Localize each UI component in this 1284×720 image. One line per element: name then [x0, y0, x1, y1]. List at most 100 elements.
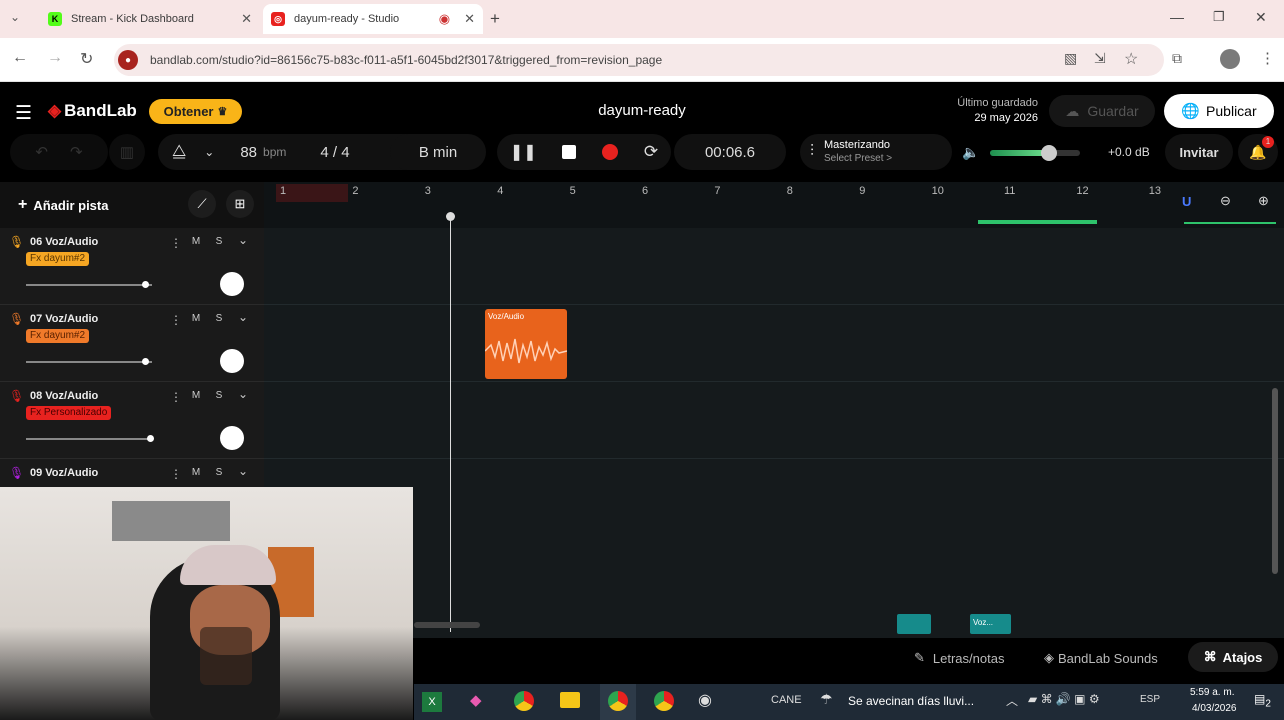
address-bar[interactable]: ● bandlab.com/studio?id=86156c75-b83c-f0… [114, 44, 1164, 76]
extensions-icon[interactable]: ⧉ [1172, 50, 1182, 67]
hamburger-menu-icon[interactable]: ☰ [15, 102, 32, 125]
magnet-snap-icon[interactable]: U [1182, 194, 1191, 209]
language-indicator[interactable]: ESP [1140, 694, 1160, 705]
playhead[interactable] [450, 214, 451, 632]
track-row[interactable]: 🎙 06 Voz/Audio Fx dayum#2 ⋮ M S ⌄ [0, 228, 264, 305]
pan-knob[interactable] [220, 426, 244, 450]
site-info-icon[interactable]: ● [118, 50, 138, 70]
media-icon[interactable]: ▧ [1064, 50, 1077, 67]
solo-button[interactable]: S [209, 313, 229, 327]
chrome-icon[interactable] [608, 691, 628, 711]
track-menu-icon[interactable]: ⋮ [170, 313, 182, 327]
tab-search-icon[interactable]: ⌄ [10, 10, 20, 24]
track-row[interactable]: 🎙 07 Voz/Audio Fx dayum#2 ⋮ M S ⌄ [0, 305, 264, 382]
keyboard-layout[interactable]: CANE [771, 694, 802, 706]
minimize-icon[interactable]: — [1170, 9, 1184, 25]
tray-chevron-icon[interactable]: ︿ [1006, 692, 1018, 709]
add-track-button[interactable]: + Añadir pista [8, 192, 128, 218]
volume-knob[interactable] [141, 281, 149, 288]
track-row[interactable]: 🎙 08 Voz/Audio Fx Personalizado ⋮ M S ⌄ [0, 382, 264, 459]
obtener-button[interactable]: Obtener ♛ [149, 99, 242, 124]
new-tab-icon[interactable]: + [490, 9, 500, 29]
master-volume-slider[interactable] [990, 145, 1080, 161]
bookmark-star-icon[interactable]: ☆ [1124, 49, 1138, 69]
piano-icon[interactable]: ▥ [109, 134, 145, 170]
project-title[interactable]: dayum-ready [560, 102, 724, 119]
track-volume-slider[interactable] [26, 435, 154, 442]
loop-icon[interactable]: ⟳ [644, 142, 658, 162]
bandlab-sounds-button[interactable]: ◈ BandLab Sounds [1044, 646, 1158, 670]
pan-knob[interactable] [220, 272, 244, 296]
chrome-icon[interactable] [654, 691, 674, 711]
chevron-down-icon[interactable]: ⌄ [238, 233, 248, 247]
audio-clip[interactable]: Voz/Audio [485, 309, 567, 379]
notifications-button[interactable]: 🔔 1 [1238, 134, 1278, 170]
solo-button[interactable]: S [209, 467, 229, 481]
excel-icon[interactable]: X [422, 692, 442, 712]
back-icon[interactable]: ← [12, 49, 28, 67]
weather-text[interactable]: Se avecinan días lluvi... [848, 694, 974, 708]
reload-icon[interactable]: ↻ [80, 49, 93, 69]
playhead-handle[interactable] [446, 212, 455, 221]
track-menu-icon[interactable]: ⋮ [170, 390, 182, 404]
clock-date[interactable]: 4/03/2026 [1192, 703, 1237, 714]
invite-button[interactable]: Invitar [1165, 134, 1233, 170]
mini-clip[interactable]: Voz... [970, 614, 1011, 634]
volume-knob[interactable] [1040, 145, 1057, 161]
volume-knob[interactable] [141, 358, 149, 365]
horizontal-scrollbar[interactable] [414, 622, 480, 628]
profile-avatar[interactable] [1220, 49, 1240, 69]
shortcuts-button[interactable]: ⌘ Atajos [1188, 642, 1278, 672]
time-signature[interactable]: 4 / 4 [320, 144, 349, 161]
pause-icon[interactable]: ❚❚ [510, 142, 537, 162]
mute-button[interactable]: M [186, 390, 206, 404]
redo-icon[interactable]: ↷ [70, 143, 83, 161]
menu-kebab-icon[interactable]: ⋮ [1260, 49, 1275, 67]
stop-icon[interactable] [562, 145, 577, 159]
file-explorer-icon[interactable] [560, 692, 580, 708]
close-icon[interactable]: ✕ [464, 11, 475, 27]
solo-button[interactable]: S [209, 390, 229, 404]
track-name[interactable]: 09 Voz/Audio [30, 467, 98, 479]
track-name[interactable]: 07 Voz/Audio [30, 313, 98, 325]
chevron-down-icon[interactable]: ⌄ [204, 145, 214, 159]
tray-icons[interactable]: ▰ ⌘ 🔊 ▣ ⚙ [1028, 692, 1100, 706]
publish-button[interactable]: 🌐 Publicar [1164, 94, 1274, 128]
lyrics-button[interactable]: ✎ Letras/notas [914, 646, 1004, 670]
track-fx-badge[interactable]: Fx dayum#2 [26, 252, 90, 266]
install-app-icon[interactable]: ⇲ [1094, 50, 1106, 67]
restore-icon[interactable]: ❐ [1213, 9, 1225, 25]
chevron-down-icon[interactable]: ⌄ [238, 310, 248, 324]
track-name[interactable]: 08 Voz/Audio [30, 390, 98, 402]
chrome-icon[interactable] [514, 691, 534, 711]
track-name[interactable]: 06 Voz/Audio [30, 236, 98, 248]
chevron-down-icon[interactable]: ⌄ [238, 464, 248, 478]
chevron-down-icon[interactable]: ⌄ [238, 387, 248, 401]
tab-bandlab-studio[interactable]: ◎ dayum-ready - Studio ◉ ✕ [263, 4, 483, 34]
metronome-icon[interactable]: ⧋ [172, 143, 186, 161]
zoom-in-icon[interactable]: ⊕ [1258, 193, 1269, 209]
mini-clip[interactable] [897, 614, 931, 634]
forward-icon[interactable]: → [47, 49, 63, 67]
track-volume-slider[interactable] [26, 281, 152, 288]
mute-button[interactable]: M [186, 313, 206, 327]
solo-button[interactable]: S [209, 236, 229, 250]
track-volume-slider[interactable] [26, 358, 152, 365]
track-fx-badge[interactable]: Fx Personalizado [26, 406, 112, 420]
save-button[interactable]: ☁ Guardar [1049, 95, 1155, 127]
notification-center-icon[interactable]: ▤2 [1254, 692, 1271, 709]
key-selector[interactable]: B min [390, 134, 486, 170]
bpm-value[interactable]: 88 [240, 144, 257, 161]
zoom-out-icon[interactable]: ⊖ [1220, 193, 1231, 209]
obs-icon[interactable]: ◉ [698, 690, 712, 710]
track-menu-icon[interactable]: ⋮ [170, 236, 182, 250]
automation-icon[interactable]: ⟋ [188, 190, 216, 218]
track-menu-icon[interactable]: ⋮ [170, 467, 182, 481]
loop-region[interactable] [276, 184, 348, 202]
mute-button[interactable]: M [186, 467, 206, 481]
track-fx-badge[interactable]: Fx dayum#2 [26, 329, 90, 343]
mastering-button[interactable]: ⫶ Masterizando Select Preset > [800, 134, 952, 170]
window-close-icon[interactable]: ✕ [1255, 9, 1267, 26]
mixer-icon[interactable]: ⊞ [226, 190, 254, 218]
clock-time[interactable]: 5:59 a. m. [1190, 687, 1234, 698]
